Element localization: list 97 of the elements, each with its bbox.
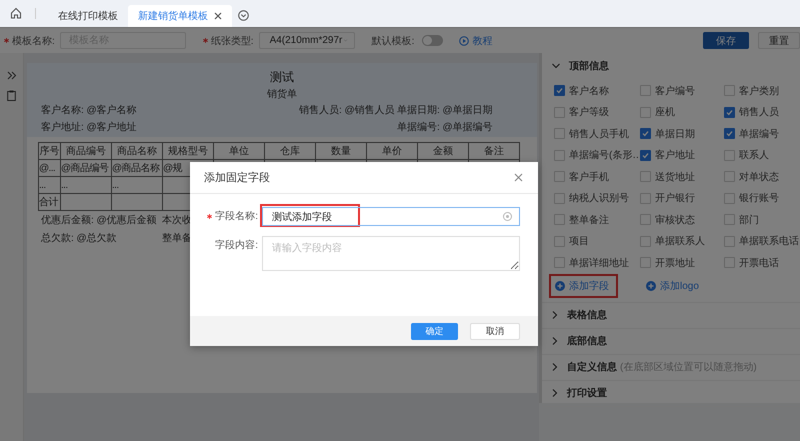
field-label: 字段名称: xyxy=(215,210,258,224)
plus-circle-icon xyxy=(555,280,565,290)
table-cell-text: @规 xyxy=(164,163,182,174)
add-link[interactable]: 添加字段 xyxy=(555,278,609,292)
document-subtitle: 销货单 xyxy=(266,88,298,101)
table-cell-text: ... xyxy=(40,180,46,190)
close-icon[interactable] xyxy=(514,173,523,182)
checkbox-option[interactable]: 单据编号 xyxy=(724,123,800,144)
add-link[interactable]: 添加logo xyxy=(646,278,699,292)
table-header-cell: 备注 xyxy=(468,142,520,160)
save-button[interactable]: 保存 xyxy=(703,32,749,49)
table-header-cell: 规格型号 xyxy=(162,142,214,160)
table-header-cell: 单位 xyxy=(214,142,264,160)
checkbox-option[interactable]: 联系人 xyxy=(724,144,800,166)
table-cell-text: ... xyxy=(62,180,68,190)
checkmark-icon xyxy=(555,86,564,96)
checkbox-option[interactable]: 送货地址 xyxy=(640,166,724,188)
confirm-button[interactable]: 确定 xyxy=(411,322,458,340)
field-label: 模板名称: xyxy=(12,34,55,48)
checkbox-option[interactable]: 开户银行 xyxy=(640,188,724,209)
checkbox-option[interactable]: 开票电话 xyxy=(724,252,800,274)
tab[interactable]: 在线打印模板 xyxy=(48,5,128,27)
info-field: 单据编号: @单据编号 xyxy=(397,122,493,132)
section-header[interactable]: 底部信息 xyxy=(542,328,800,354)
checkmark-icon xyxy=(725,108,734,117)
summary-field: 整单备 xyxy=(162,231,192,245)
section-header[interactable]: 顶部信息 xyxy=(542,53,800,78)
checkbox-option[interactable]: 单据日期 xyxy=(640,123,724,144)
table-header-cell: 商品名称 xyxy=(112,142,162,160)
checkbox-option[interactable]: 单据联系电话 xyxy=(724,230,800,252)
table-header-cell: 仓库 xyxy=(264,142,316,160)
checkbox-option[interactable]: 座机 xyxy=(640,102,724,123)
play-icon xyxy=(459,36,470,46)
checkbox-option[interactable]: 销售人员 xyxy=(724,102,800,123)
checkbox-option[interactable]: 部门 xyxy=(724,209,800,230)
checkbox-option[interactable]: 客户名称 xyxy=(554,80,640,102)
reset-button[interactable]: 重置 xyxy=(758,32,800,49)
chevron-right-icon xyxy=(552,311,558,319)
info-field: 客户地址: @客户地址 xyxy=(41,122,137,132)
table-header-cell: 数量 xyxy=(316,142,366,160)
document-title: 测试 xyxy=(269,69,295,86)
plus-circle-icon xyxy=(646,280,656,290)
table-cell-text: 合计 xyxy=(40,197,58,208)
required-icon xyxy=(207,214,212,219)
summary-field: 总欠款: @总欠款 xyxy=(41,233,117,244)
summary-field: 优惠后金额: @优惠后金额 xyxy=(41,215,157,226)
checkbox-option[interactable]: 客户类别 xyxy=(724,80,800,102)
checkbox-option[interactable]: 单据详细地址 xyxy=(554,252,640,274)
checkmark-icon xyxy=(641,150,650,160)
chevron-circle-icon[interactable] xyxy=(238,10,249,21)
table-cell-text: ... xyxy=(112,180,119,190)
field-label: 默认模板: xyxy=(372,34,414,48)
checkbox-option[interactable]: 客户地址 xyxy=(640,144,724,166)
info-field: 单据日期: @单据日期 xyxy=(397,104,493,116)
checkbox-option[interactable]: 纳税人识别号 xyxy=(554,188,640,209)
field-label: 字段内容: xyxy=(215,238,258,253)
info-field: 客户名称: @客户名称 xyxy=(41,104,137,116)
table-header-cell: 序号 xyxy=(38,142,60,160)
cancel-button[interactable]: 取消 xyxy=(470,322,520,340)
checkmark-icon xyxy=(641,129,650,138)
toggle-switch[interactable] xyxy=(422,35,444,46)
field-label: 纸张类型: xyxy=(210,34,254,48)
checkbox-option[interactable]: 销售人员手机 xyxy=(554,123,640,144)
checkbox-option[interactable]: 对单状态 xyxy=(724,166,800,188)
chevron-right-icon xyxy=(552,389,558,397)
checkbox-option[interactable]: 审核状态 xyxy=(640,209,724,230)
checkbox-option[interactable]: 客户编号 xyxy=(640,80,724,102)
field-name-input[interactable]: 测试添加字段 xyxy=(262,207,520,226)
expand-icon[interactable] xyxy=(6,71,16,80)
checkmark-icon xyxy=(725,129,734,138)
checkbox-option[interactable]: 整单备注 xyxy=(554,209,640,230)
table-header-cell: 金额 xyxy=(418,142,468,160)
paper-type-select[interactable]: A4(210mm*297r xyxy=(258,32,355,49)
checkbox-option[interactable]: 客户等级 xyxy=(554,102,640,123)
info-field: 销售人员: @销售人员 xyxy=(299,104,395,116)
table-header-cell: 单价 xyxy=(366,142,418,160)
tab[interactable]: 新建销货单模板 xyxy=(128,5,232,27)
chevron-right-icon xyxy=(552,337,558,345)
chevron-right-icon xyxy=(552,363,558,371)
close-icon[interactable] xyxy=(214,12,222,20)
table-cell-text: @... xyxy=(40,162,56,174)
checkbox-option[interactable]: 客户手机 xyxy=(554,166,640,188)
chevron-down-icon xyxy=(552,62,560,68)
checkbox-option[interactable]: 项目 xyxy=(554,230,640,252)
tutorial-link[interactable]: 教程 xyxy=(459,34,492,48)
checkbox-option[interactable]: 单据联系人 xyxy=(640,230,724,252)
clipboard-icon[interactable] xyxy=(7,90,16,101)
home-icon[interactable] xyxy=(10,7,22,19)
table-cell-text: @商品编号 xyxy=(62,163,108,174)
table-header-cell: 商品编号 xyxy=(60,142,112,160)
section-header[interactable]: 表格信息 xyxy=(542,302,800,328)
table-cell-text: @商品名称 xyxy=(112,163,160,174)
checkbox-option[interactable]: 开票地址 xyxy=(640,252,724,274)
section-header[interactable]: 打印设置 xyxy=(542,380,800,406)
checkbox-option[interactable]: 银行账号 xyxy=(724,188,800,209)
field-content-textarea[interactable]: 请输入字段内容 xyxy=(262,236,520,271)
dialog-title: 添加固定字段 xyxy=(204,170,270,185)
